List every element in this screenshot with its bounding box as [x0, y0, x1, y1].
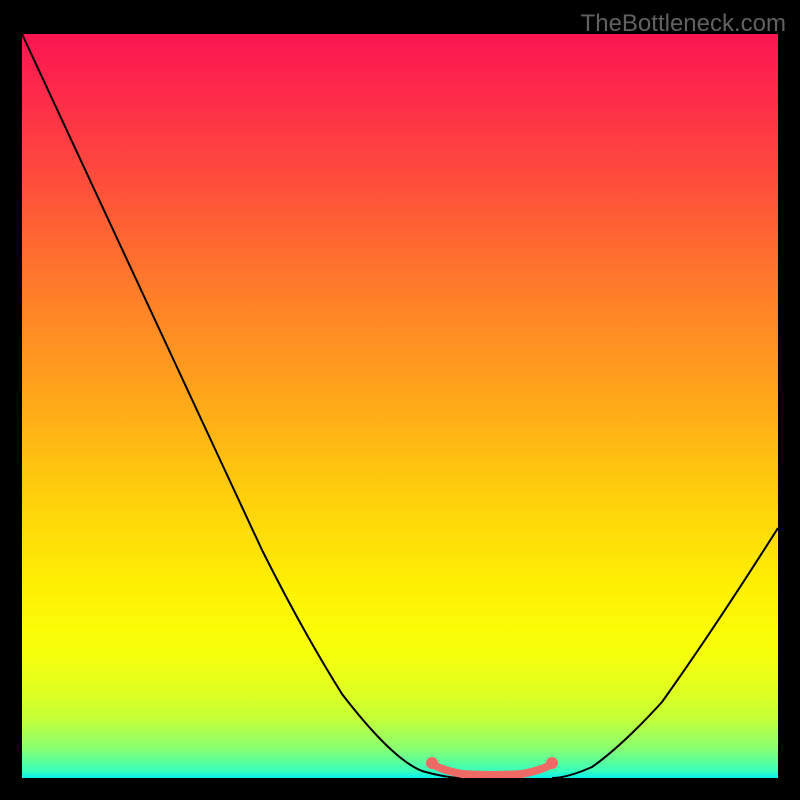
right-curve	[552, 528, 778, 778]
segment-dot-left	[426, 757, 438, 769]
segment-dot-right	[546, 757, 558, 769]
chart-plot-area	[22, 34, 778, 778]
left-curve	[22, 34, 462, 778]
chart-svg	[22, 34, 778, 778]
watermark-text: TheBottleneck.com	[581, 10, 786, 38]
bottom-segment	[432, 763, 552, 775]
